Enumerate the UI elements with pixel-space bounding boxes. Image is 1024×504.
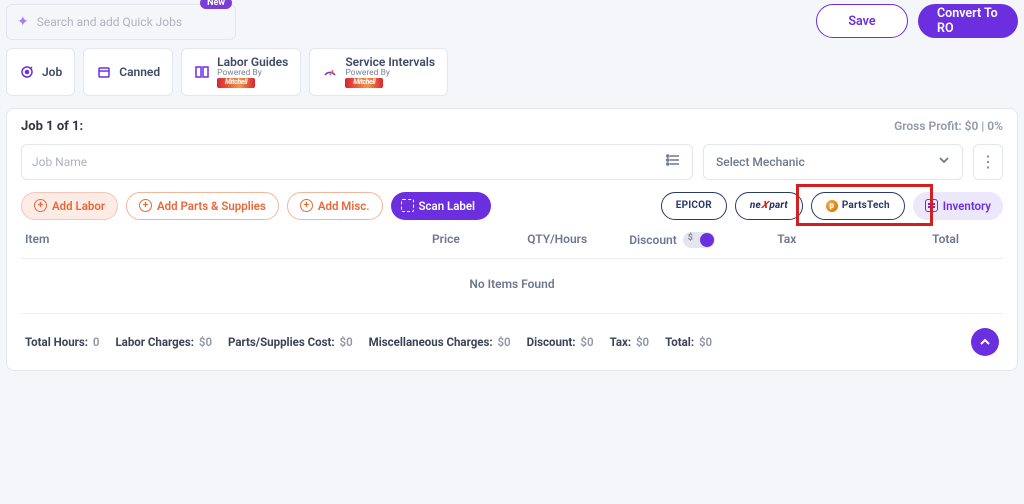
epicor-button[interactable]: EPICOR (661, 192, 727, 220)
box-icon (96, 64, 112, 80)
tab-labor-guides[interactable]: Labor Guides Powered By Mitchell (181, 48, 301, 96)
partstech-icon: p (826, 200, 838, 212)
collapse-job-button[interactable] (971, 328, 999, 356)
discount-type-toggle[interactable]: $ (683, 232, 715, 248)
col-total: Total (844, 232, 999, 248)
scan-icon (401, 199, 414, 212)
col-qty: QTY/Hours (500, 232, 615, 248)
tab-job[interactable]: Job (6, 48, 75, 96)
col-discount: Discount $ (615, 232, 730, 248)
job-more-menu[interactable]: ⋮ (973, 144, 1003, 180)
quick-jobs-search[interactable]: ✦ Search and add Quick Jobs (6, 4, 236, 40)
tab-canned[interactable]: Canned (83, 48, 173, 96)
select-mechanic[interactable]: Select Mechanic (703, 144, 963, 180)
gross-profit: Gross Profit: $0 | 0% (894, 119, 1003, 133)
new-badge: New (200, 0, 232, 9)
job-card: Job 1 of 1: Gross Profit: $0 | 0% Job Na… (6, 108, 1018, 371)
job-name-input[interactable]: Job Name (21, 144, 693, 180)
chevron-down-icon (938, 154, 950, 169)
gauge-icon (322, 64, 338, 80)
tab-service-intervals[interactable]: Service Intervals Powered By Mitchell (309, 48, 448, 96)
col-price: Price (345, 232, 500, 248)
job-summary: Total Hours: 0 Labor Charges: $0 Parts/S… (21, 314, 1003, 356)
col-tax: Tax (729, 232, 844, 248)
save-button[interactable]: Save (816, 4, 908, 38)
job-header: Job 1 of 1: (21, 119, 83, 134)
book-icon (194, 64, 210, 80)
items-table-header: Item Price QTY/Hours Discount $ Tax Tota… (21, 220, 1003, 259)
sparkle-icon: ✦ (17, 14, 29, 30)
mitchell-logo: Mitchell (217, 78, 255, 88)
partstech-button[interactable]: p PartsTech (811, 192, 905, 220)
mitchell-logo: Mitchell (345, 78, 383, 88)
list-icon[interactable] (666, 152, 682, 171)
search-placeholder: Search and add Quick Jobs (37, 15, 182, 29)
col-item: Item (25, 232, 345, 248)
plus-icon: + (139, 199, 152, 212)
inventory-button[interactable]: Inventory (913, 192, 1003, 220)
plus-icon: + (300, 199, 313, 212)
add-parts-supplies-button[interactable]: + Add Parts & Supplies (126, 192, 279, 220)
no-items-found: No Items Found (21, 259, 1003, 314)
inventory-icon (925, 199, 938, 212)
convert-to-ro-button[interactable]: Convert To RO (918, 4, 1018, 38)
scan-label-button[interactable]: Scan Label (391, 192, 492, 220)
add-misc-button[interactable]: + Add Misc. (287, 192, 383, 220)
add-labor-button[interactable]: + Add Labor (21, 192, 118, 220)
plus-icon: + (34, 199, 47, 212)
nexpart-button[interactable]: neXpart (735, 192, 803, 220)
target-icon (19, 64, 35, 80)
